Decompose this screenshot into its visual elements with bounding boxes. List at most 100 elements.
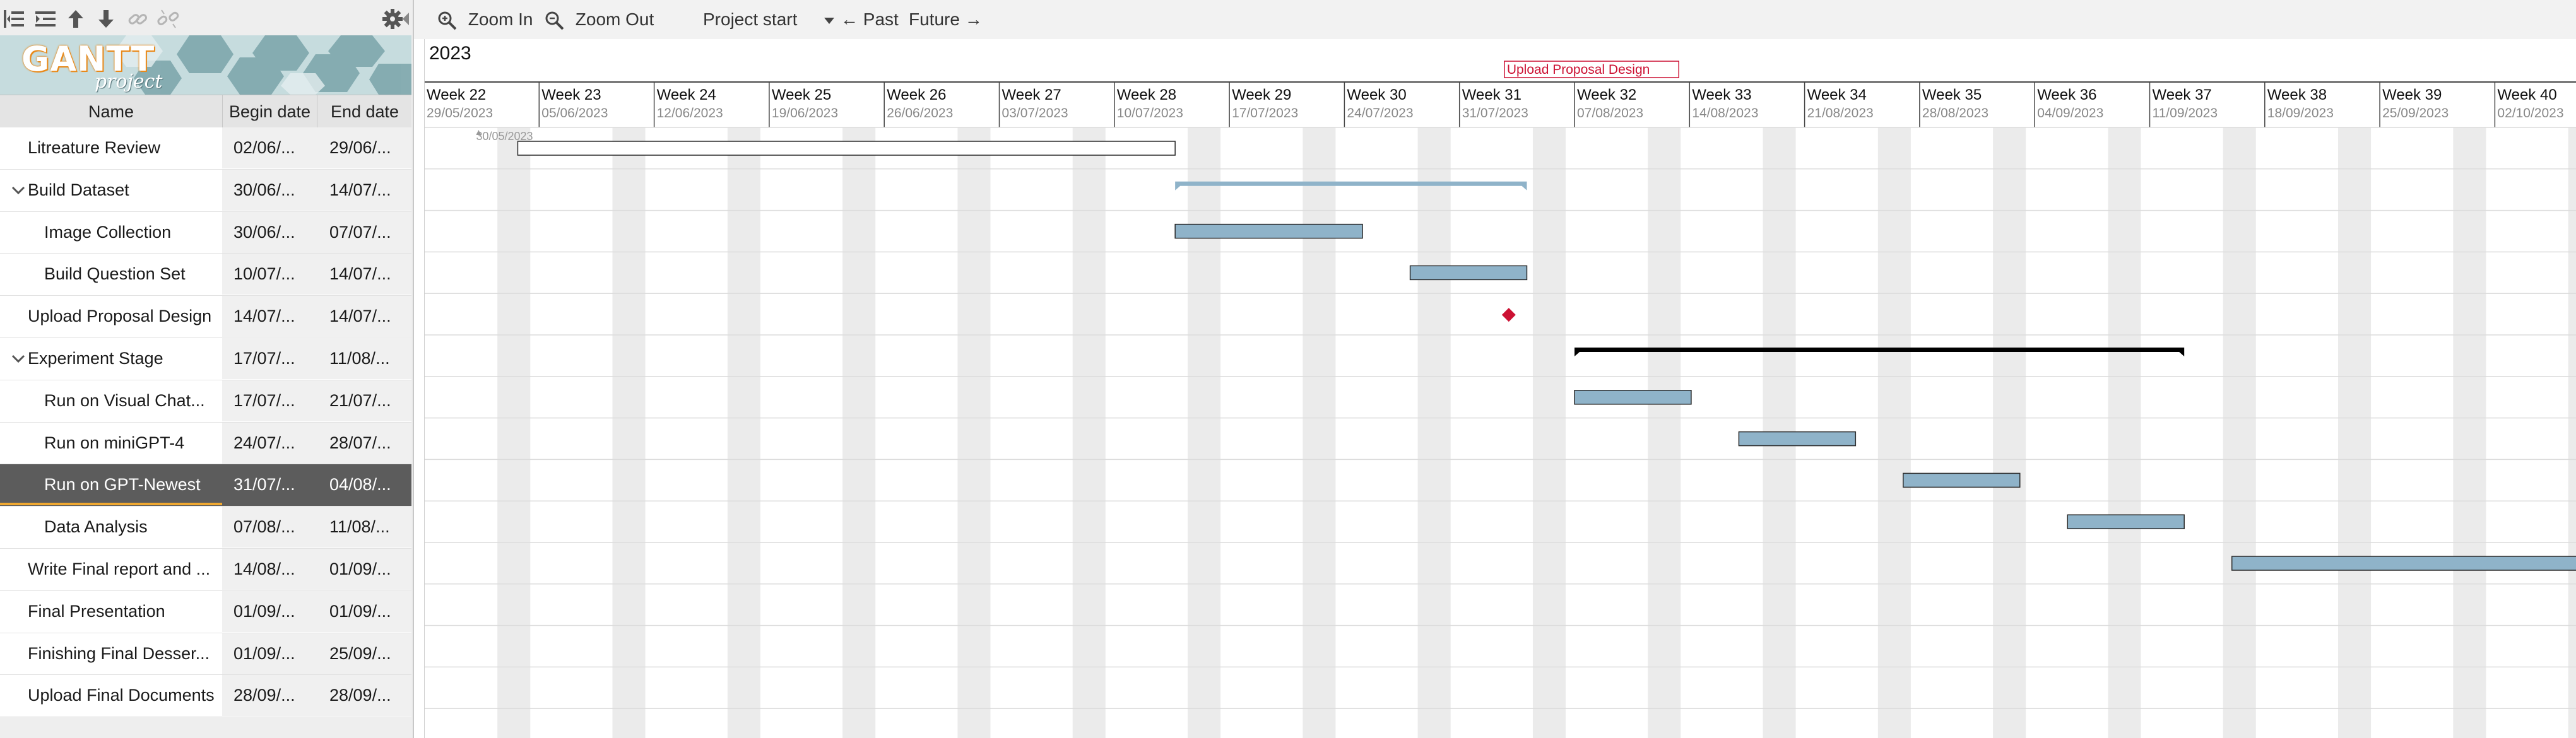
task-name-cell[interactable]: Build Question Set (0, 254, 222, 295)
task-end-date[interactable]: 01/09/... (317, 548, 411, 590)
link-icon[interactable] (125, 6, 150, 32)
task-name-cell[interactable]: Experiment Stage (0, 338, 222, 379)
task-begin-date[interactable]: 14/08/... (222, 548, 317, 590)
outdent-icon[interactable] (1, 6, 27, 32)
task-name-cell[interactable]: Run on Visual Chat... (0, 380, 222, 421)
task-name-cell[interactable]: Run on miniGPT-4 (0, 423, 222, 464)
weekend-band (1532, 127, 1566, 738)
task-name-cell[interactable]: Run on GPT-Newest (0, 464, 222, 506)
week-date: 10/07/2023 (1117, 106, 1183, 120)
indent-icon[interactable] (33, 6, 58, 32)
weekend-band (957, 127, 991, 738)
future-button[interactable]: Future → (909, 0, 983, 39)
milestone-flag-label: Upload Proposal Design (1507, 62, 1650, 77)
task-bar[interactable] (1903, 472, 2021, 488)
week-label: Week 22 (427, 86, 486, 103)
task-end-date[interactable]: 14/07/... (317, 254, 411, 295)
week-label: Week 29 (1232, 86, 1291, 103)
week-label: Week 23 (541, 86, 601, 103)
week-date: 26/06/2023 (887, 106, 953, 120)
task-end-date[interactable]: 21/07/... (317, 380, 411, 421)
task-row[interactable]: Run on Visual Chat... 17/07/... 21/07/... (0, 380, 411, 423)
task-begin-date[interactable]: 24/07/... (222, 422, 317, 464)
column-header-name[interactable]: Name (0, 95, 222, 128)
chevron-down-icon[interactable] (9, 170, 28, 211)
move-up-icon[interactable] (63, 6, 88, 32)
task-begin-date[interactable]: 10/07/... (222, 254, 317, 295)
week-date: 07/08/2023 (1577, 106, 1643, 120)
task-begin-date[interactable]: 17/07/... (222, 380, 317, 421)
task-end-date[interactable]: 04/08/... (317, 464, 411, 506)
task-bar[interactable] (2067, 514, 2185, 529)
task-end-date[interactable]: 01/09/... (317, 590, 411, 632)
task-name-cell[interactable]: Litreature Review (0, 127, 222, 168)
task-name-cell[interactable]: Build Dataset (0, 170, 222, 211)
task-end-date[interactable]: 11/08/... (317, 337, 411, 379)
weekend-band (2568, 127, 2576, 738)
move-down-icon[interactable] (93, 6, 119, 32)
task-row[interactable]: Image Collection 30/06/... 07/07/... (0, 211, 411, 254)
task-bar[interactable] (1409, 265, 1528, 281)
task-row[interactable]: Build Dataset 30/06/... 14/07/... (0, 169, 411, 212)
zoom-out-button[interactable]: Zoom Out (544, 0, 654, 39)
gantt-chart-area[interactable]: 2023 Week 22 29/05/2023 Week 23 05/06/2023 We… (424, 39, 2576, 738)
task-name-cell[interactable]: Write Final report and ... (0, 549, 222, 590)
task-begin-date[interactable]: 30/06/... (222, 211, 317, 253)
task-begin-date[interactable]: 17/07/... (222, 337, 317, 379)
task-begin-date[interactable]: 02/06/... (222, 127, 317, 168)
task-name-cell[interactable]: Upload Final Documents (0, 675, 222, 716)
task-bar[interactable] (1574, 390, 1692, 405)
task-row[interactable]: Finishing Final Desser... 01/09/... 25/09/… (0, 633, 411, 676)
task-end-date[interactable]: 07/07/... (317, 211, 411, 253)
task-row[interactable]: Experiment Stage 17/07/... 11/08/... (0, 337, 411, 380)
task-end-date[interactable]: 11/08/... (317, 507, 411, 548)
task-name: Run on GPT-Newest (44, 475, 201, 495)
task-begin-date[interactable]: 31/07/... (222, 464, 317, 506)
task-end-date[interactable]: 14/07/... (317, 169, 411, 211)
task-name-cell[interactable]: Finishing Final Desser... (0, 633, 222, 674)
weekend-band (2108, 127, 2141, 738)
task-bar[interactable] (1738, 431, 1857, 447)
zoom-in-button[interactable]: Zoom In (437, 0, 533, 39)
chevron-down-icon[interactable] (9, 338, 28, 379)
task-begin-date[interactable]: 07/08/... (222, 507, 317, 548)
collapse-panel-icon[interactable] (399, 6, 413, 32)
task-bar[interactable] (517, 141, 1176, 156)
task-name-cell[interactable]: Final Presentation (0, 591, 222, 632)
task-row[interactable]: Build Question Set 10/07/... 14/07/... (0, 254, 411, 296)
task-end-date[interactable]: 28/09/... (317, 675, 411, 717)
column-header-end-date[interactable]: End date (317, 95, 412, 128)
task-end-date[interactable]: 25/09/... (317, 633, 411, 674)
task-row[interactable]: Upload Final Documents 28/09/... 28/09/... (0, 675, 411, 718)
task-row[interactable]: Write Final report and ... 14/08/... 01/09… (0, 548, 411, 591)
gantt-chart-canvas[interactable]: 2023 Week 22 29/05/2023 Week 23 05/06/2023 We… (424, 39, 2576, 738)
task-row[interactable]: Run on GPT-Newest 31/07/... 04/08/... (0, 464, 411, 507)
week-date: 25/09/2023 (2382, 106, 2449, 120)
task-end-date[interactable]: 14/07/... (317, 296, 411, 337)
task-bar[interactable] (2231, 556, 2576, 571)
task-row[interactable]: Litreature Review 02/06/... 29/06/... (0, 127, 411, 170)
task-row[interactable]: Data Analysis 07/08/... 11/08/... (0, 507, 411, 549)
task-name-cell[interactable]: Image Collection (0, 212, 222, 253)
past-button[interactable]: ← Past (841, 0, 899, 39)
project-start-dropdown[interactable]: Project start (703, 0, 835, 39)
task-bar[interactable] (1174, 223, 1363, 239)
task-end-date[interactable]: 28/07/... (317, 422, 411, 464)
task-row[interactable]: Run on miniGPT-4 24/07/... 28/07/... (0, 422, 411, 465)
week-label: Week 30 (1347, 86, 1406, 103)
task-begin-date[interactable]: 30/06/... (222, 169, 317, 211)
task-name-cell[interactable]: Data Analysis (0, 507, 222, 548)
task-list: Litreature Review 02/06/... 29/06/... Build… (0, 127, 411, 718)
task-end-date[interactable]: 29/06/... (317, 127, 411, 168)
task-begin-date[interactable]: 01/09/... (222, 633, 317, 674)
week-date: 24/07/2023 (1347, 106, 1413, 120)
task-begin-date[interactable]: 01/09/... (222, 590, 317, 632)
unlink-icon[interactable] (155, 6, 180, 32)
column-header-begin-date[interactable]: Begin date (222, 95, 317, 128)
task-row[interactable]: Upload Proposal Design 14/07/... 14/07/... (0, 296, 411, 338)
task-row[interactable]: Final Presentation 01/09/... 01/09/... (0, 590, 411, 633)
task-begin-date[interactable]: 14/07/... (222, 296, 317, 337)
task-begin-date[interactable]: 28/09/... (222, 675, 317, 717)
task-name-cell[interactable]: Upload Proposal Design (0, 296, 222, 337)
week-date: 11/09/2023 (2153, 106, 2218, 120)
